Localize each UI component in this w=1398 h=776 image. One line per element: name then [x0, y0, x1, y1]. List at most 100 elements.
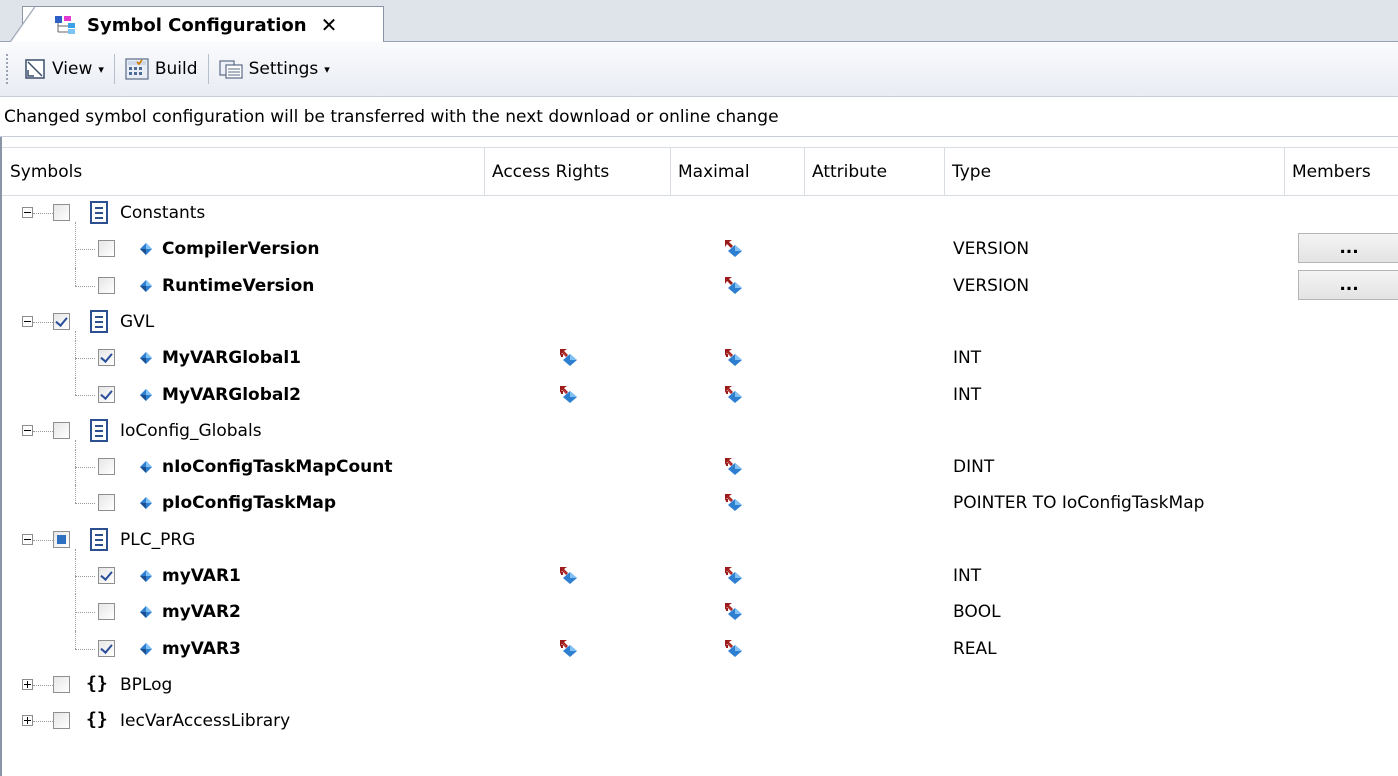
- members-ellipsis-button[interactable]: ...: [1298, 269, 1398, 300]
- tree-connector: [33, 721, 53, 723]
- braces-icon: {}: [86, 709, 108, 731]
- symbol-name: BPLog: [120, 674, 173, 695]
- expand-toggle-icon[interactable]: [22, 715, 33, 727]
- maximal-read-write-icon: [725, 349, 742, 367]
- symbol-checkbox[interactable]: [98, 567, 115, 584]
- table-row-variable[interactable]: MyVARGlobal1 INT: [2, 340, 1398, 377]
- maximal-read-icon: [725, 276, 742, 294]
- access-rights-read-write-icon: [560, 639, 577, 657]
- symbol-checkbox[interactable]: [53, 204, 70, 221]
- symbol-type: POINTER TO IoConfigTaskMap: [953, 493, 1205, 514]
- collapse-toggle-icon[interactable]: [22, 533, 33, 545]
- info-bar: Changed symbol configuration will be tra…: [0, 97, 1398, 137]
- tree-connector: [33, 684, 53, 686]
- close-icon[interactable]: ✕: [321, 13, 338, 37]
- table-row-variable[interactable]: myVAR2 BOOL: [2, 594, 1398, 631]
- variable-icon: [140, 388, 152, 401]
- collapse-toggle-icon[interactable]: [22, 207, 33, 218]
- view-button[interactable]: View ▾: [18, 51, 110, 87]
- table-row-group[interactable]: IoConfig_Globals: [2, 413, 1398, 450]
- toolbar-separator: [207, 54, 209, 84]
- symbol-checkbox[interactable]: [53, 312, 70, 330]
- tree-connector: [75, 630, 76, 649]
- column-header-symbols[interactable]: Symbols: [2, 148, 484, 195]
- table-row-variable[interactable]: nIoConfigTaskMapCount DINT: [2, 449, 1398, 486]
- symbol-checkbox[interactable]: [98, 458, 115, 476]
- tree-connector: [75, 648, 95, 650]
- symbol-name: pIoConfigTaskMap: [162, 493, 337, 514]
- tree-connector: [75, 558, 76, 595]
- symbol-checkbox[interactable]: [98, 603, 115, 621]
- symbol-checkbox[interactable]: [98, 276, 115, 294]
- table-row-group[interactable]: {} BPLog: [2, 667, 1398, 703]
- tab-title: Symbol Configuration: [87, 14, 307, 36]
- column-header-attribute[interactable]: Attribute: [804, 148, 944, 195]
- symbol-type: INT: [953, 384, 982, 405]
- symbol-checkbox[interactable]: [98, 639, 115, 657]
- table-row-variable[interactable]: myVAR1 INT: [2, 558, 1398, 595]
- table-row-variable[interactable]: CompilerVersion VERSION...: [2, 231, 1398, 268]
- tree-connector: [75, 249, 95, 251]
- column-header-members[interactable]: Members: [1284, 148, 1398, 195]
- symbol-name: nIoConfigTaskMapCount: [162, 457, 393, 478]
- members-ellipsis-button[interactable]: ...: [1298, 233, 1398, 264]
- table-row-variable[interactable]: MyVARGlobal2 INT: [2, 376, 1398, 413]
- maximal-read-write-icon: [725, 458, 742, 476]
- variable-icon: [140, 352, 152, 365]
- tree-connector: [75, 231, 76, 268]
- table-row-variable[interactable]: RuntimeVersion VERSION...: [2, 267, 1398, 304]
- symbol-name: IoConfig_Globals: [120, 420, 262, 441]
- symbol-name: RuntimeVersion: [162, 275, 315, 296]
- settings-button[interactable]: Settings ▾: [213, 51, 336, 87]
- tree-connector: [75, 285, 95, 287]
- tree-connector: [75, 394, 95, 396]
- tree-connector: [75, 485, 76, 504]
- collapse-toggle-icon[interactable]: [22, 424, 33, 436]
- symbol-type: VERSION: [953, 275, 1030, 296]
- toolbar-grip[interactable]: [6, 54, 12, 84]
- maximal-read-write-icon: [725, 603, 742, 621]
- document-icon: [90, 309, 108, 333]
- table-row-variable[interactable]: myVAR3 REAL: [2, 630, 1398, 667]
- symbol-checkbox[interactable]: [53, 421, 70, 439]
- symbol-type: VERSION: [953, 239, 1030, 260]
- table-row-group[interactable]: Constants: [2, 195, 1398, 232]
- table-row-group[interactable]: PLC_PRG: [2, 522, 1398, 559]
- maximal-read-write-icon: [725, 567, 742, 584]
- symbol-checkbox[interactable]: [53, 712, 70, 730]
- chevron-down-icon: ▾: [98, 62, 104, 76]
- collapse-toggle-icon[interactable]: [22, 315, 33, 327]
- symbol-tree-grid: Symbols Access Rights Maximal Attribute …: [0, 137, 1398, 776]
- tree-connector: [75, 449, 76, 486]
- tab-symbol-configuration[interactable]: Symbol Configuration ✕: [9, 6, 384, 43]
- settings-icon: [218, 60, 243, 79]
- column-header-maximal[interactable]: Maximal: [670, 148, 804, 195]
- view-icon: [25, 59, 45, 79]
- symbol-checkbox[interactable]: [98, 494, 115, 512]
- table-row-group[interactable]: GVL: [2, 304, 1398, 341]
- symbol-name: MyVARGlobal1: [162, 348, 302, 369]
- table-row-variable[interactable]: pIoConfigTaskMap POINTER TO IoConfigTaskM…: [2, 485, 1398, 521]
- variable-icon: [140, 497, 152, 510]
- symbol-checkbox[interactable]: [53, 530, 70, 548]
- symbol-checkbox[interactable]: [53, 675, 70, 693]
- document-icon: [90, 418, 108, 442]
- document-icon: [90, 201, 108, 224]
- symbol-checkbox[interactable]: [98, 349, 115, 367]
- symbol-checkbox[interactable]: [98, 385, 115, 403]
- table-row-group[interactable]: {} IecVarAccessLibrary: [2, 703, 1398, 739]
- access-rights-read-write-icon: [560, 349, 577, 367]
- symbol-configuration-icon: [53, 14, 79, 36]
- maximal-read-icon: [725, 240, 742, 258]
- braces-icon: {}: [86, 672, 108, 694]
- tree-connector: [75, 376, 76, 395]
- tree-connector: [75, 576, 95, 577]
- column-header-access-rights[interactable]: Access Rights: [484, 148, 670, 195]
- symbol-checkbox[interactable]: [98, 240, 115, 258]
- tree-connector: [33, 321, 53, 323]
- variable-icon: [140, 642, 152, 655]
- expand-toggle-icon[interactable]: [22, 678, 33, 690]
- symbol-type: DINT: [953, 457, 995, 478]
- column-header-type[interactable]: Type: [944, 148, 1284, 195]
- build-button[interactable]: Build: [119, 51, 204, 87]
